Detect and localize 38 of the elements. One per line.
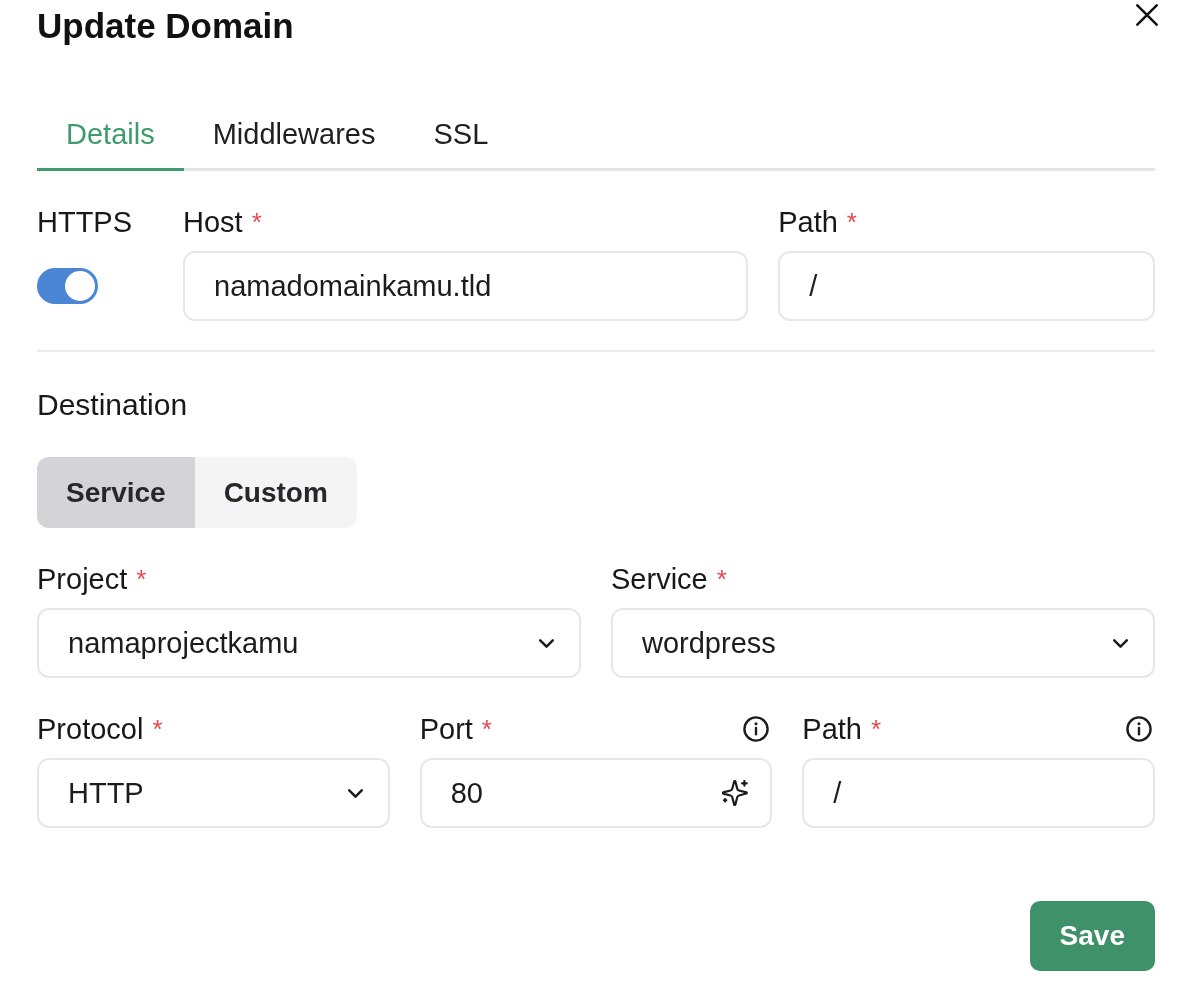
field-label: Path [778,205,838,239]
field-label: Service [611,562,708,596]
tab[interactable]: SSL [404,100,518,171]
input-field[interactable]: / [802,758,1155,828]
input-field[interactable]: / [778,251,1155,321]
field-label: HTTPS [37,205,133,239]
field-label: Project [37,562,128,596]
required-mark: * [136,563,147,596]
input-field[interactable]: 80 [419,758,773,828]
required-mark: * [871,713,882,746]
required-mark: * [152,713,163,746]
section-heading: Destination [37,387,189,423]
dropdown-field[interactable]: namaprojectkamu [37,608,581,678]
chevron-down-icon [539,638,554,648]
required-mark: * [481,713,492,746]
info-icon[interactable] [1126,716,1152,742]
chevron-down-icon [1113,638,1128,648]
dropdown-field[interactable]: wordpress [611,608,1155,678]
input-field[interactable]: namadomainkamu.tld [183,251,749,321]
close-button[interactable] [1133,1,1161,29]
required-mark: * [846,206,857,239]
sparkle-icon[interactable] [722,780,749,806]
required-mark: * [716,563,727,596]
dropdown-field[interactable]: HTTP [37,758,390,828]
field-label: Protocol [37,712,144,746]
info-icon[interactable] [743,716,770,742]
field-label: Path [802,712,862,746]
required-mark: * [251,206,262,239]
segment-button[interactable]: Service [37,457,195,528]
segment-button[interactable]: Custom [194,457,357,528]
save-button[interactable]: Save [1029,901,1155,971]
field-label: Port [419,712,473,746]
toggle-switch[interactable] [37,268,98,304]
chevron-down-icon [347,788,363,798]
field-label: Host [183,205,243,239]
close-icon [1136,4,1158,26]
dialog-title: Update Domain [37,5,294,47]
tab[interactable]: Middlewares [183,100,405,171]
